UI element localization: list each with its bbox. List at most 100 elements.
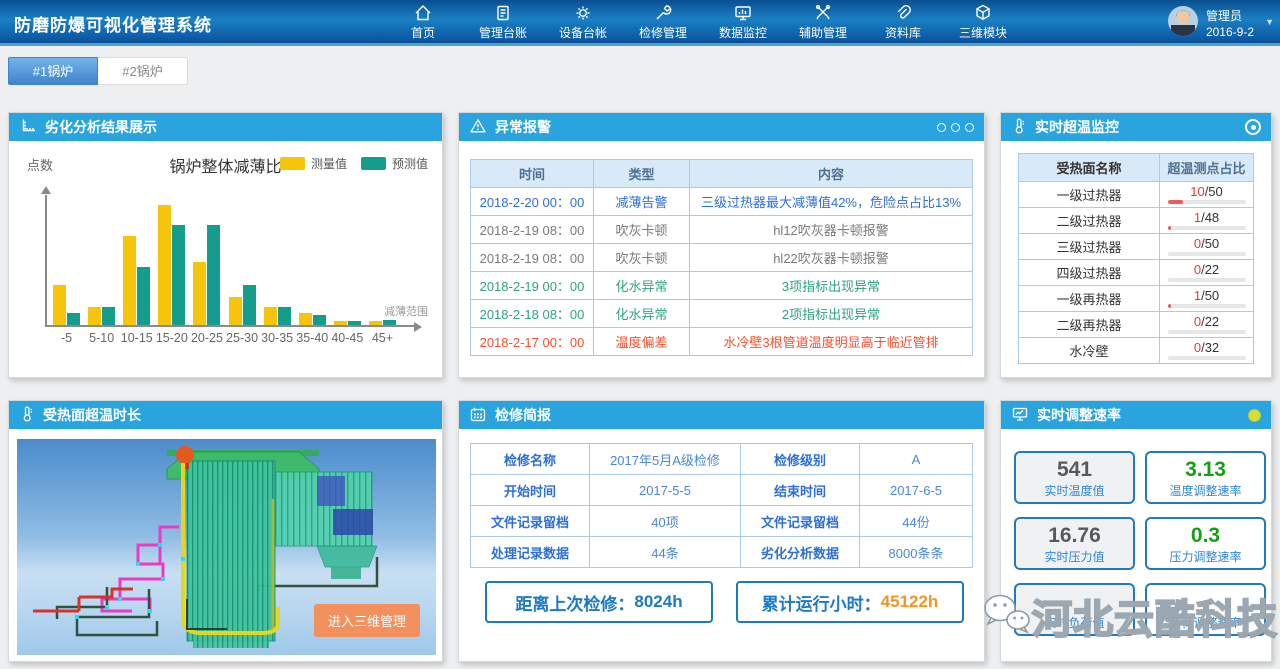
table-cell: 化水异常: [594, 300, 690, 328]
data-monitor-icon: [733, 3, 753, 23]
status-indicator-icon: [1245, 119, 1261, 135]
chart-bar: [264, 307, 277, 325]
table-cell: 三级过热器最大减薄值42%，危险点占比13%: [690, 188, 973, 216]
rate-cards: 541实时温度值3.13温度调整速率16.76实时压力值0.3压力调整速率实时负…: [1014, 451, 1266, 636]
table-cell: 2018-2-18 08：00: [471, 300, 594, 328]
table-cell: 处理记录数据: [471, 537, 590, 568]
progress-track: [1168, 252, 1246, 256]
user-menu[interactable]: 管理员 2016-9-2: [1167, 5, 1254, 42]
panel-title: 劣化分析结果展示: [45, 117, 157, 137]
table-cell: 2018-2-17 00：00: [471, 328, 594, 356]
alarm-row[interactable]: 2018-2-20 00：00减薄告警三级过热器最大减薄值42%，危险点占比13…: [471, 188, 973, 216]
panel-realtime-overtemp: 实时超温监控 受热面名称超温测点占比一级过热器10/50二级过热器1/48三级过…: [1000, 112, 1272, 378]
nav-item-3d-module[interactable]: 三维模块: [943, 0, 1023, 43]
panel-maintenance-brief: 检修简报 检修名称2017年5月A级检修检修级别A开始时间2017-5-5结束时…: [458, 400, 985, 662]
chart-bar: [158, 205, 171, 325]
panel-header: 异常报警: [459, 113, 984, 141]
total-running-hours-box[interactable]: 累计运行小时：45122h: [736, 581, 964, 623]
rate-card: 0.3压力调整速率: [1145, 517, 1266, 570]
user-date: 2016-9-2: [1206, 24, 1254, 40]
overtemp-row: 四级过热器0/22: [1019, 260, 1254, 286]
panel-abnormal-alarms: 异常报警 时间类型内容2018-2-20 00：00减薄告警三级过热器最大减薄值…: [458, 112, 985, 378]
table-cell: 3项指标出现异常: [690, 272, 973, 300]
rate-card: 实时负荷值: [1014, 583, 1135, 636]
alarm-row[interactable]: 2018-2-18 08：00化水异常2项指标出现异常: [471, 300, 973, 328]
tab-boiler-2[interactable]: #2锅炉: [98, 57, 188, 85]
nav-item-assist[interactable]: 辅助管理: [783, 0, 863, 43]
maintenance-row: 检修名称2017年5月A级检修检修级别A: [471, 444, 973, 475]
maintenance-row: 处理记录数据44条劣化分析数据8000条条: [471, 537, 973, 568]
table-cell: hl22吹灰器卡顿报警: [690, 244, 973, 272]
chart-x-label: 减薄范围: [384, 303, 428, 319]
cube-icon: [973, 3, 993, 23]
legend-item[interactable]: 预测值: [361, 155, 428, 172]
tab-boiler-1[interactable]: #1锅炉: [8, 57, 98, 85]
nav-item-equipment[interactable]: 设备台帐: [543, 0, 623, 43]
table-cell: 结束时间: [741, 475, 860, 506]
alarm-row[interactable]: 2018-2-19 08：00吹灰卡顿hl22吹灰器卡顿报警: [471, 244, 973, 272]
overtemp-row: 二级过热器1/48: [1019, 208, 1254, 234]
rate-label: 温度调整速率: [1147, 482, 1264, 499]
table-cell: 一级再热器: [1019, 286, 1160, 312]
table-cell: 时间: [471, 160, 594, 188]
top-navbar: 防磨防爆可视化管理系统 首页 管理台账 设备台帐 检修管理 数据监控: [0, 0, 1280, 46]
table-cell: 四级过热器: [1019, 260, 1160, 286]
table-cell: 受热面名称: [1019, 154, 1160, 182]
table-cell: 2017-6-5: [860, 475, 973, 506]
chart-bar: [278, 307, 291, 325]
table-cell: 2018-2-19 00：00: [471, 272, 594, 300]
table-cell: 检修级别: [741, 444, 860, 475]
gear-icon: [573, 3, 593, 23]
nav-item-data-monitor[interactable]: 数据监控: [703, 0, 783, 43]
table-header-row: 时间类型内容: [471, 160, 973, 188]
rate-value: [1147, 590, 1264, 614]
rate-value: 0.3: [1147, 524, 1264, 548]
table-cell: 水冷壁3根管道温度明显高于临近管排: [690, 328, 973, 356]
table-cell: 水冷壁: [1019, 338, 1160, 364]
nav-label: 检修管理: [639, 24, 687, 41]
progress-track: [1168, 278, 1246, 282]
ruler-icon: [19, 117, 37, 138]
nav-item-library[interactable]: 资料库: [863, 0, 943, 43]
maintenance-row: 开始时间2017-5-5结束时间2017-6-5: [471, 475, 973, 506]
chevron-down-icon[interactable]: ▼: [1265, 17, 1274, 27]
chart-bar: [193, 262, 206, 326]
panel-degradation-analysis: 劣化分析结果展示 点数 锅炉整体减薄比 测量值预测值 -55-1010-1515…: [8, 112, 443, 378]
status-indicator-icon: [1248, 409, 1261, 422]
calendar-icon: [469, 405, 487, 426]
alarm-row[interactable]: 2018-2-19 08：00吹灰卡顿hl12吹灰器卡顿报警: [471, 216, 973, 244]
chart-bar: [243, 285, 256, 325]
chart-bar: [369, 321, 382, 325]
chart-bar: [334, 321, 347, 325]
x-axis: [45, 325, 414, 327]
panel-header: 受热面超温时长: [9, 401, 442, 429]
stat-label: 距离上次检修：: [515, 590, 634, 615]
since-last-maintenance-box[interactable]: 距离上次检修：8024h: [485, 581, 713, 623]
chart-legend: 测量值预测值: [280, 155, 428, 172]
rate-card: 16.76实时压力值: [1014, 517, 1135, 570]
table-cell: 文件记录留档: [471, 506, 590, 537]
chart-bar: [53, 285, 66, 325]
chart-bar: [313, 315, 326, 325]
more-options-icon[interactable]: [937, 123, 974, 132]
alarm-row[interactable]: 2018-2-17 00：00温度偏差水冷壁3根管道温度明显高于临近管排: [471, 328, 973, 356]
stat-value: 8024h: [634, 592, 682, 612]
enter-3d-button[interactable]: 进入三维管理: [314, 604, 420, 637]
table-cell: 2018-2-19 08：00: [471, 244, 594, 272]
overtemp-value-cell: 0/22: [1160, 260, 1254, 286]
nav-item-home[interactable]: 首页: [383, 0, 463, 43]
chart-bar: [207, 225, 220, 325]
legend-item[interactable]: 测量值: [280, 155, 347, 172]
boiler-3d-view[interactable]: 进入三维管理: [17, 439, 436, 655]
x-axis-arrow: [414, 322, 422, 332]
nav-item-ledger[interactable]: 管理台账: [463, 0, 543, 43]
nav-item-repair[interactable]: 检修管理: [623, 0, 703, 43]
overtemp-value-cell: 10/50: [1160, 182, 1254, 208]
table-cell: 2018-2-19 08：00: [471, 216, 594, 244]
maintenance-row: 文件记录留档40项文件记录留档44份: [471, 506, 973, 537]
ledger-icon: [493, 3, 513, 23]
rate-label: 压力调整速率: [1147, 548, 1264, 565]
rate-value: 3.13: [1147, 458, 1264, 482]
table-cell: 三级过热器: [1019, 234, 1160, 260]
alarm-row[interactable]: 2018-2-19 00：00化水异常3项指标出现异常: [471, 272, 973, 300]
